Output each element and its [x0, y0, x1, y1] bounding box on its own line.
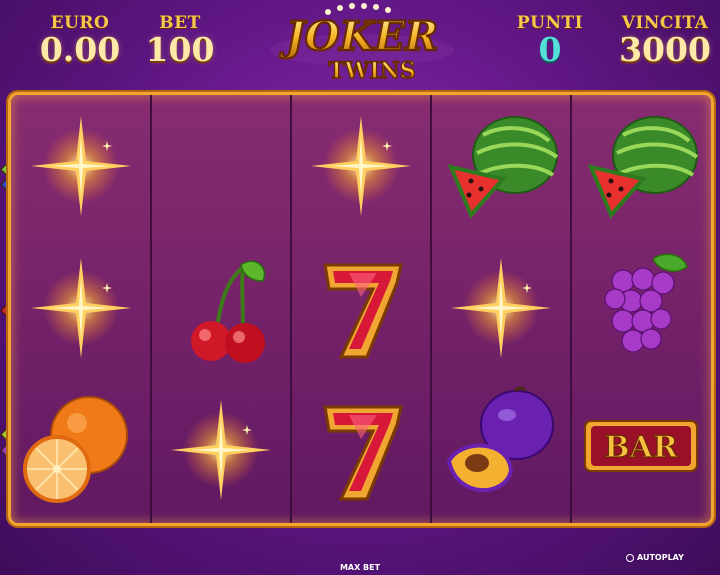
cherries-symbol [151, 237, 291, 379]
seven-symbol [291, 379, 431, 521]
joker-twins-logo: JOKER TWINS [270, 3, 454, 85]
sparkle-symbol [11, 237, 151, 379]
vincita-value: 3000 [619, 30, 711, 69]
seven-symbol [291, 237, 431, 379]
plum-symbol [431, 379, 571, 521]
svg-text:JOKER: JOKER [279, 13, 438, 60]
svg-text:TWINS: TWINS [328, 58, 415, 84]
svg-text:BAR: BAR [604, 430, 679, 465]
orange-symbol [11, 379, 151, 521]
autoplay-icon [626, 553, 634, 562]
grapes-symbol [571, 237, 711, 379]
sparkle-symbol [291, 95, 431, 237]
autoplay-label: AUTOPLAY [637, 553, 684, 562]
watermelon-symbol [571, 95, 711, 237]
sparkle-symbol [151, 379, 291, 521]
watermelon-symbol [431, 95, 571, 237]
euro-balance: 0.00 [39, 30, 121, 69]
bet-value: 100 [145, 30, 215, 69]
autoplay-button[interactable]: AUTOPLAY [626, 553, 684, 562]
sparkle-symbol [11, 95, 151, 237]
empty-symbol [151, 95, 291, 237]
max-bet-button[interactable]: MAX BET [330, 563, 390, 572]
reel-frame: BAR [8, 92, 714, 526]
sparkle-symbol [431, 237, 571, 379]
punti-value: 0 [538, 30, 562, 69]
bar-symbol: BAR [571, 379, 711, 521]
